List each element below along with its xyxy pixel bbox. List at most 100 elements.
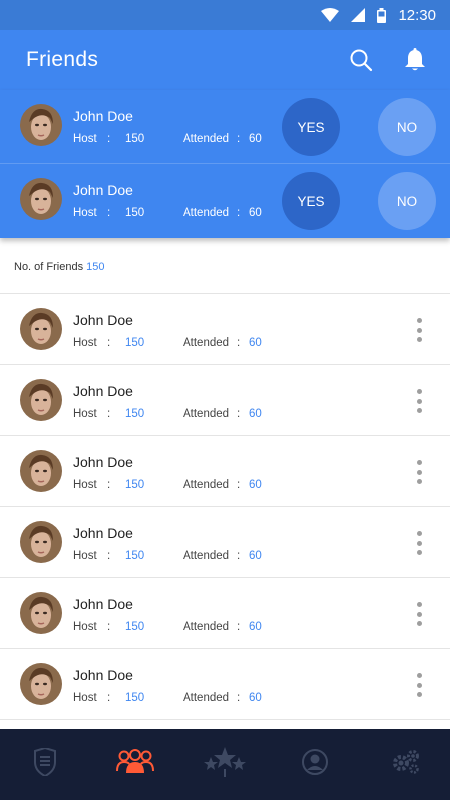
nav-item-profile[interactable] bbox=[270, 729, 360, 800]
clock: 12:30 bbox=[398, 6, 436, 24]
friend-stats: Host : 150 Attended : 60 bbox=[73, 692, 262, 704]
separator: : bbox=[107, 621, 111, 633]
bell-icon[interactable] bbox=[398, 43, 432, 77]
separator: : bbox=[237, 337, 241, 349]
avatar[interactable] bbox=[20, 379, 62, 421]
more-vert-icon[interactable] bbox=[414, 389, 424, 413]
accept-button[interactable]: YES bbox=[282, 172, 340, 230]
separator: : bbox=[107, 479, 111, 491]
people-group-icon bbox=[116, 749, 154, 780]
attended-value: 60 bbox=[249, 550, 262, 562]
attended-label: Attended bbox=[183, 550, 230, 562]
avatar[interactable] bbox=[20, 592, 62, 634]
decline-button[interactable]: NO bbox=[378, 172, 436, 230]
list-item[interactable]: John Doe Host : 150 Attended : 60 bbox=[0, 435, 450, 506]
profile-icon bbox=[302, 749, 328, 780]
search-icon[interactable] bbox=[344, 43, 378, 77]
friend-name: John Doe bbox=[73, 383, 133, 399]
request-row: John Doe Host : 150 Attended : 60 YES NO bbox=[0, 90, 450, 164]
nav-item-friends[interactable] bbox=[90, 729, 180, 800]
friend-name: John Doe bbox=[73, 667, 133, 683]
request-row: John Doe Host : 150 Attended : 60 YES NO bbox=[0, 164, 450, 238]
attended-value: 60 bbox=[249, 337, 262, 349]
avatar[interactable] bbox=[20, 521, 62, 563]
separator: : bbox=[237, 621, 241, 633]
attended-label: Attended bbox=[183, 621, 230, 633]
separator: : bbox=[237, 207, 241, 219]
more-vert-icon[interactable] bbox=[414, 602, 424, 626]
list-item[interactable]: John Doe Host : 150 Attended : 60 bbox=[0, 506, 450, 577]
list-badge-icon bbox=[32, 746, 58, 781]
separator: : bbox=[107, 133, 111, 145]
attended-label: Attended bbox=[183, 207, 230, 219]
host-value: 150 bbox=[125, 408, 145, 420]
host-label: Host bbox=[73, 550, 97, 562]
attended-value: 60 bbox=[249, 207, 262, 219]
friends-count-label: No. of Friends bbox=[14, 261, 84, 273]
friend-requests: John Doe Host : 150 Attended : 60 YES NO… bbox=[0, 90, 450, 238]
host-label: Host bbox=[73, 207, 97, 219]
host-label: Host bbox=[73, 337, 97, 349]
separator: : bbox=[107, 337, 111, 349]
nav-item-achievements[interactable] bbox=[180, 729, 270, 800]
battery-icon bbox=[377, 7, 387, 23]
attended-label: Attended bbox=[183, 692, 230, 704]
host-value: 150 bbox=[125, 550, 145, 562]
more-vert-icon[interactable] bbox=[414, 318, 424, 342]
bottom-nav bbox=[0, 729, 450, 800]
attended-value: 60 bbox=[249, 479, 262, 491]
separator: : bbox=[237, 133, 241, 145]
friend-stats: Host : 150 Attended : 60 bbox=[73, 479, 262, 491]
friend-name: John Doe bbox=[73, 182, 133, 198]
attended-label: Attended bbox=[183, 479, 230, 491]
app-bar: Friends bbox=[0, 30, 450, 90]
host-label: Host bbox=[73, 133, 97, 145]
avatar[interactable] bbox=[20, 104, 62, 146]
friends-list: John Doe Host : 150 Attended : 60 John D… bbox=[0, 293, 450, 719]
more-vert-icon[interactable] bbox=[414, 460, 424, 484]
friend-stats: Host : 150 Attended : 60 bbox=[73, 408, 262, 420]
gears-icon bbox=[390, 749, 420, 780]
decline-button[interactable]: NO bbox=[378, 98, 436, 156]
friends-count: No. of Friends 150 bbox=[14, 261, 105, 273]
avatar[interactable] bbox=[20, 450, 62, 492]
host-value: 150 bbox=[125, 133, 145, 145]
separator: : bbox=[237, 692, 241, 704]
separator: : bbox=[237, 408, 241, 420]
attended-value: 60 bbox=[249, 621, 262, 633]
attended-label: Attended bbox=[183, 408, 230, 420]
status-bar: 12:30 bbox=[0, 0, 450, 30]
separator: : bbox=[107, 692, 111, 704]
avatar[interactable] bbox=[20, 178, 62, 220]
list-item[interactable]: John Doe Host : 150 Attended : 60 bbox=[0, 648, 450, 719]
host-label: Host bbox=[73, 408, 97, 420]
list-item[interactable]: John Doe Host : 150 Attended : 60 bbox=[0, 577, 450, 648]
list-item[interactable]: John Doe Host : 150 Attended : 60 bbox=[0, 293, 450, 364]
separator: : bbox=[237, 479, 241, 491]
accept-button[interactable]: YES bbox=[282, 98, 340, 156]
attended-label: Attended bbox=[183, 337, 230, 349]
friend-stats: Host : 150 Attended : 60 bbox=[73, 207, 262, 219]
divider bbox=[0, 719, 450, 729]
friend-name: John Doe bbox=[73, 312, 133, 328]
friend-name: John Doe bbox=[73, 454, 133, 470]
host-label: Host bbox=[73, 479, 97, 491]
host-value: 150 bbox=[125, 479, 145, 491]
nav-item-events[interactable] bbox=[0, 729, 90, 800]
more-vert-icon[interactable] bbox=[414, 531, 424, 555]
friend-name: John Doe bbox=[73, 108, 133, 124]
friend-stats: Host : 150 Attended : 60 bbox=[73, 550, 262, 562]
host-value: 150 bbox=[125, 692, 145, 704]
avatar[interactable] bbox=[20, 663, 62, 705]
more-vert-icon[interactable] bbox=[414, 673, 424, 697]
nav-item-settings[interactable] bbox=[360, 729, 450, 800]
wifi-icon bbox=[321, 8, 340, 22]
attended-value: 60 bbox=[249, 692, 262, 704]
separator: : bbox=[237, 550, 241, 562]
host-value: 150 bbox=[125, 207, 145, 219]
attended-value: 60 bbox=[249, 408, 262, 420]
list-item[interactable]: John Doe Host : 150 Attended : 60 bbox=[0, 364, 450, 435]
separator: : bbox=[107, 408, 111, 420]
avatar[interactable] bbox=[20, 308, 62, 350]
friends-count-value: 150 bbox=[86, 261, 105, 273]
